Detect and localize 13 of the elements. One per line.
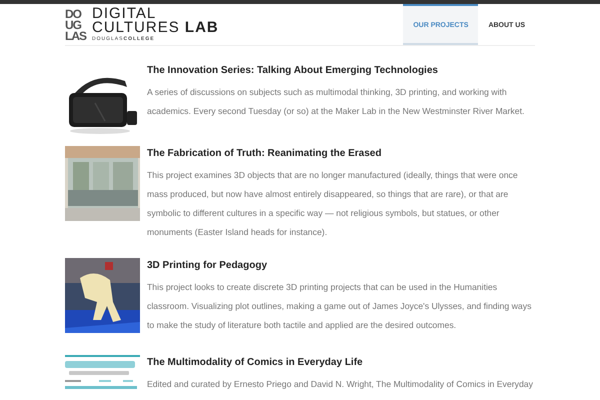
project-description: This project examines 3D objects that are no longer manufactured (ideally, things that were once mass produced, but now have almost entirely disappeared, so things that are rare), or that are symbolic to different cultures in a specific way — not religious symbols, but statues, or other monuments (Easter Island heads for instance). <box>147 169 519 239</box>
project-title[interactable]: The Multimodality of Comics in Everyday Life <box>147 356 533 370</box>
logo-title: DIGITAL <box>92 7 156 22</box>
logo-mark-text: LAS <box>65 31 86 42</box>
logo-mark-text: UG <box>65 20 82 31</box>
project-title[interactable]: The Fabrication of Truth: Reanimating the Erased <box>147 147 535 161</box>
project-title[interactable]: 3D Printing for Pedagogy <box>147 259 535 273</box>
project-description: Edited and curated by Ernesto Priego and David N. Wright, The Multimodality of Comics in Everyday <box>147 378 533 391</box>
logo-title: CULTURES LAB <box>92 21 219 36</box>
project-description: A series of discussions on subjects such as multimodal thinking, 3D printing, and working with academics. Every second Tuesday (or so) at the Maker Lab in the New Westminster River Market. <box>147 86 526 118</box>
project-title[interactable]: The Innovation Series: Talking About Emerging Technologies <box>147 64 535 78</box>
project-description: This project looks to create discrete 3D printing projects that can be used in the Humanities classroom. Visualizing plot outlines, making a game out of James Joyce's Ulysses, and finding ways to make the study of literature both tactile and applied are the desired outcomes. <box>147 281 532 332</box>
logo-mark-text: DO <box>65 9 82 20</box>
